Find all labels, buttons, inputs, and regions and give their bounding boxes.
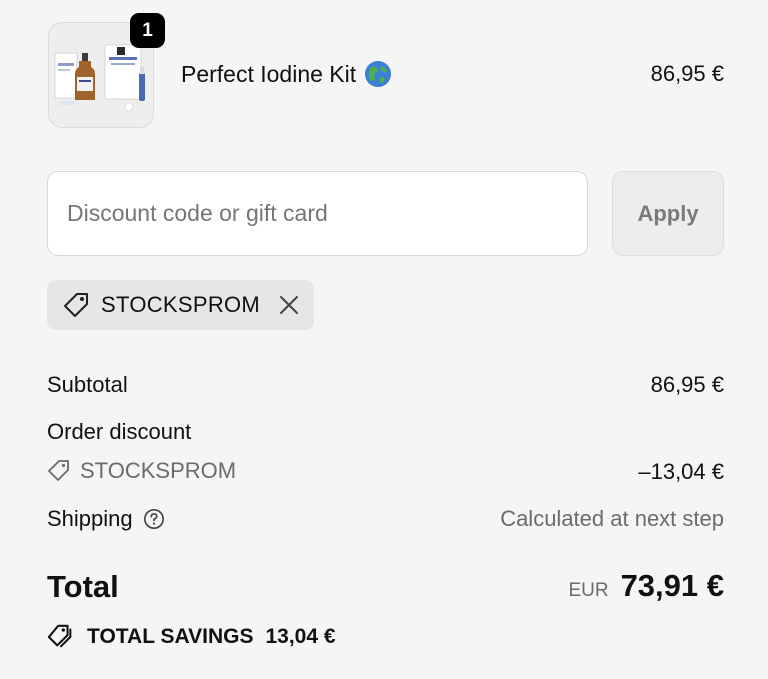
product-name: Perfect Iodine Kit xyxy=(181,60,357,87)
apply-button[interactable]: Apply xyxy=(612,171,724,256)
shipping-label: Shipping xyxy=(47,506,133,531)
order-discount-label: Order discount xyxy=(47,419,192,444)
total-amount-row: EUR 73,91 € xyxy=(568,568,724,604)
shipping-value: Calculated at next step xyxy=(500,506,724,531)
savings-value: 13,04 € xyxy=(265,625,336,648)
tags-icon xyxy=(47,624,72,648)
applied-discount-chip: STOCKSPROM xyxy=(47,280,314,330)
tag-icon xyxy=(64,293,88,317)
applied-code-label: STOCKSPROM xyxy=(101,292,261,317)
subtotal-value: 86,95 € xyxy=(650,372,724,397)
subtotal-label: Subtotal xyxy=(47,372,128,397)
quantity-badge: 1 xyxy=(130,13,165,48)
discount-value: –13,04 € xyxy=(638,459,724,484)
total-label: Total xyxy=(47,569,119,604)
close-icon xyxy=(280,296,299,314)
savings-label: TOTAL SAVINGS xyxy=(87,625,254,648)
remove-code-button[interactable] xyxy=(278,294,300,316)
total-value: 73,91 € xyxy=(620,568,724,603)
product-price: 86,95 € xyxy=(650,61,724,86)
discount-code-row: STOCKSPROM xyxy=(47,458,236,484)
globe-emoji-icon xyxy=(365,61,392,87)
help-icon[interactable] xyxy=(143,508,165,530)
product-name-row: Perfect Iodine Kit xyxy=(181,60,392,88)
discount-code-input[interactable] xyxy=(47,171,588,256)
tag-icon xyxy=(48,460,69,481)
currency-code: EUR xyxy=(568,580,609,601)
discount-code-label: STOCKSPROM xyxy=(80,458,237,483)
shipping-row: Shipping xyxy=(47,506,165,532)
total-savings-row: TOTAL SAVINGS 13,04 € xyxy=(47,623,336,651)
